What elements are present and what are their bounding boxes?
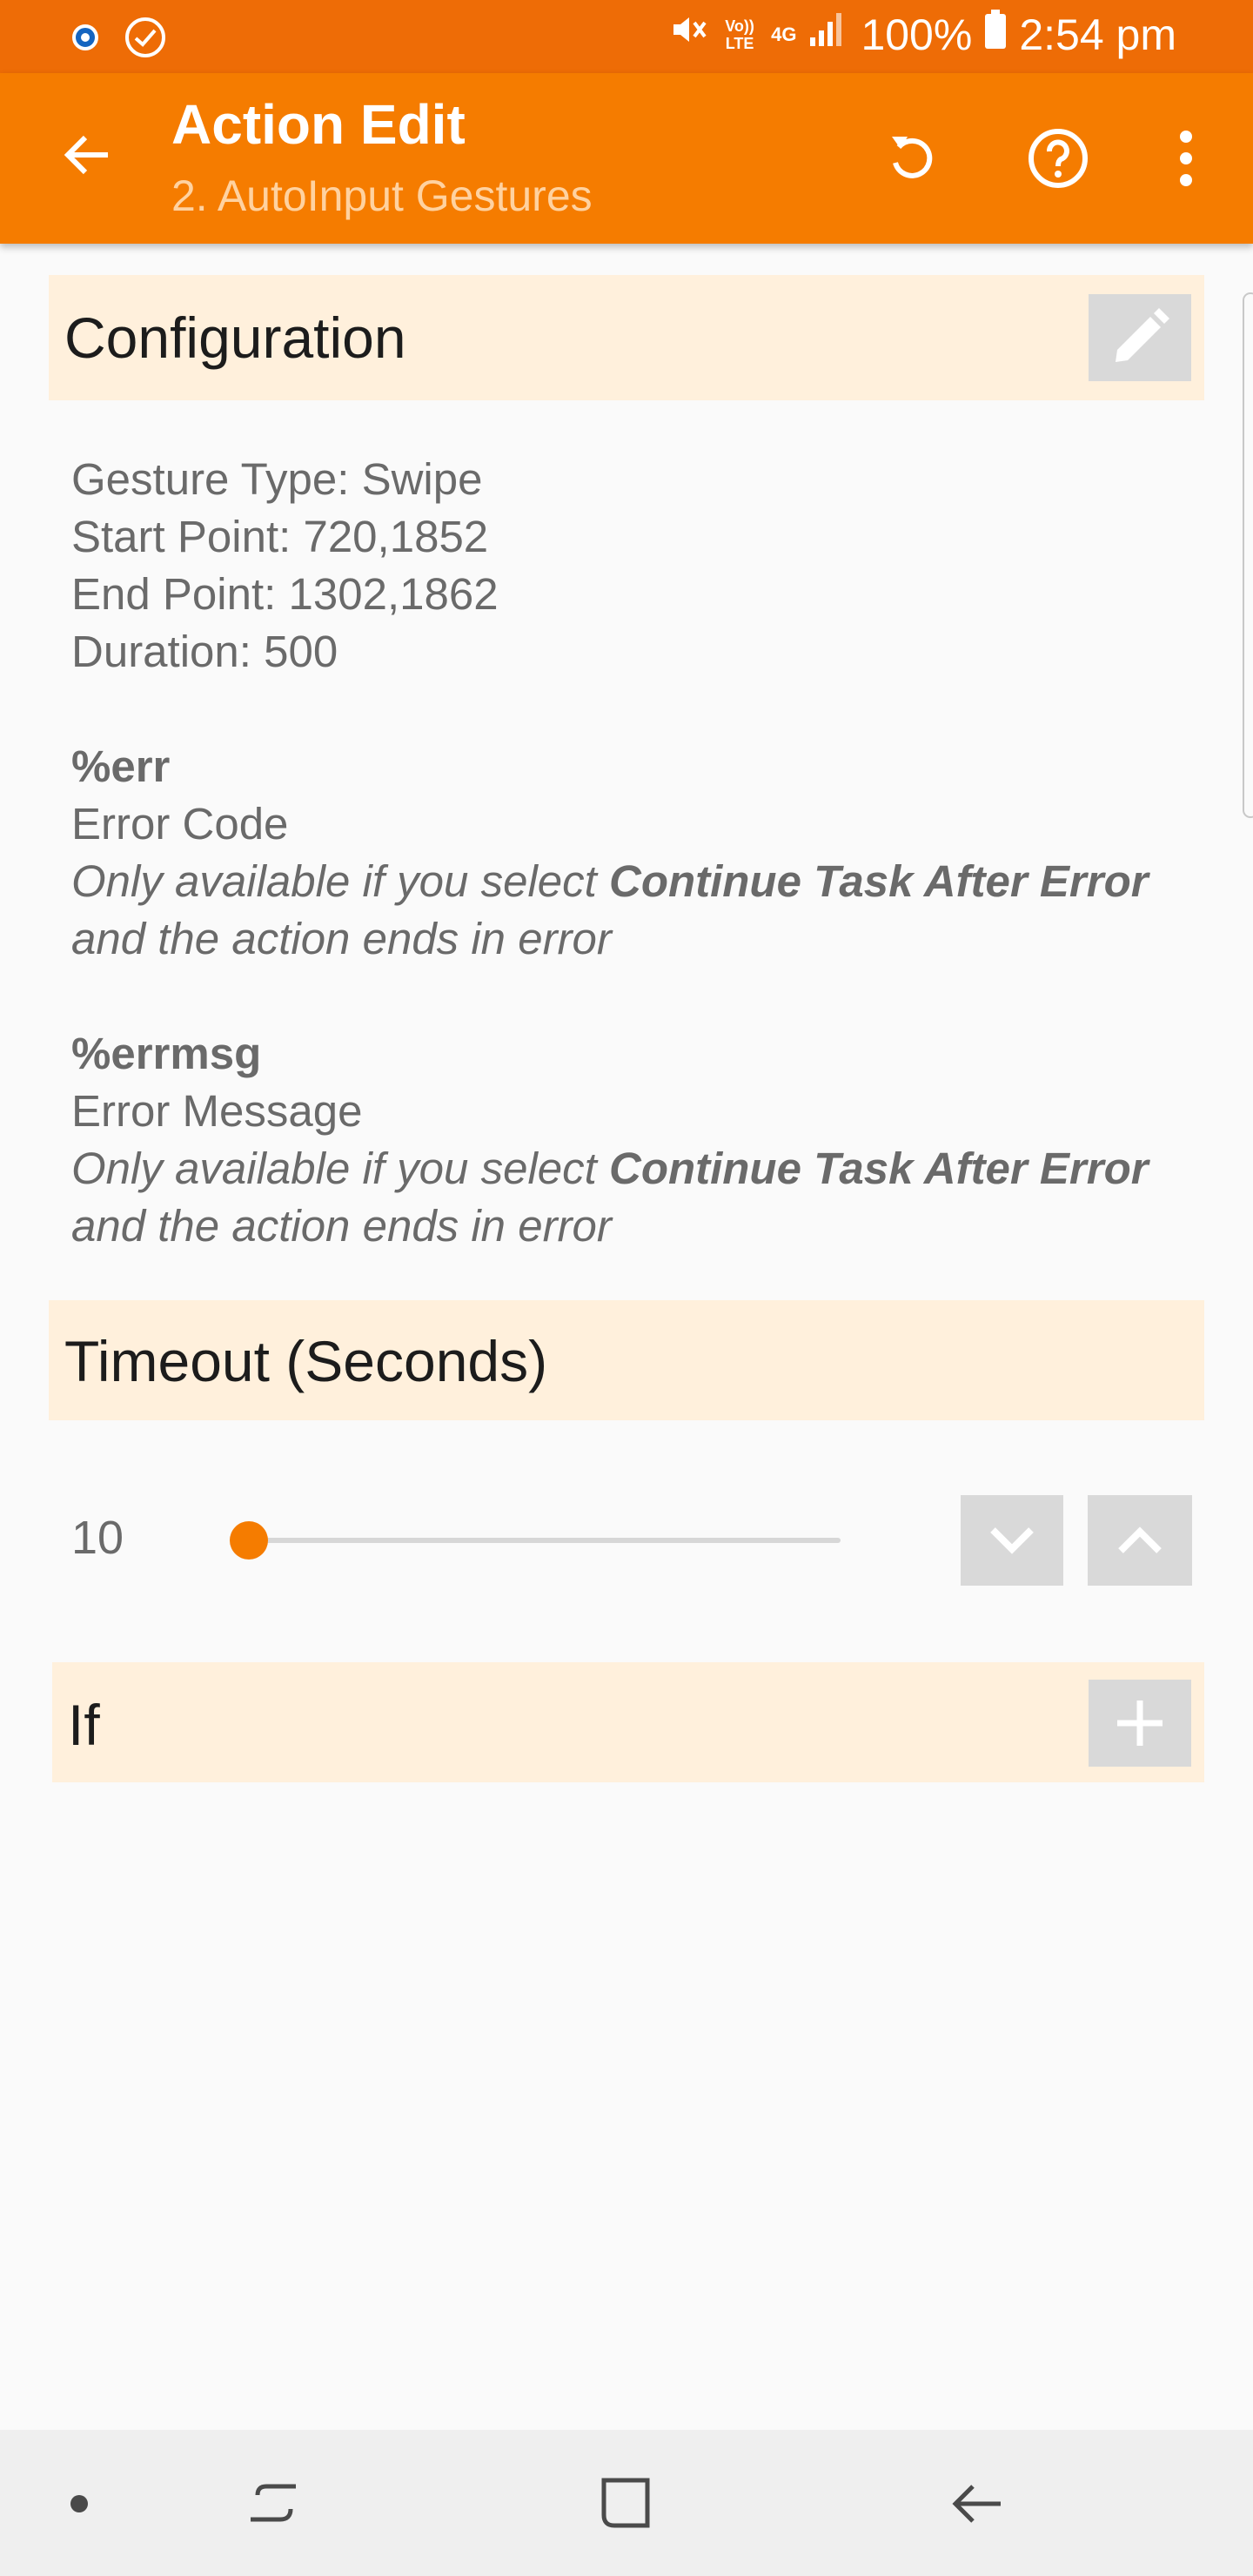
variable-note-bold: Continue Task After Error [608, 1144, 1149, 1193]
page-subtitle: 2. AutoInput Gestures [171, 171, 593, 220]
if-title: If [68, 1693, 100, 1757]
4g-icon: 4G [771, 23, 797, 45]
increment-button[interactable] [1088, 1495, 1192, 1586]
page-title: Action Edit [171, 93, 466, 156]
if-header: If [52, 1662, 1204, 1782]
edit-button[interactable] [1089, 294, 1191, 381]
home-icon[interactable] [578, 2465, 673, 2543]
status-bar: Vo)) LTE 4G 100% 2:54 pm [0, 0, 1253, 73]
app-bar: Action Edit 2. AutoInput Gestures [0, 73, 1253, 244]
variable-err: %err Error Code Only available if you se… [71, 738, 1149, 968]
add-condition-button[interactable] [1089, 1680, 1191, 1767]
timeout-slider-thumb[interactable] [230, 1521, 268, 1560]
configuration-title: Configuration [64, 305, 406, 370]
reset-icon[interactable] [868, 115, 955, 202]
settings-icon [66, 18, 104, 61]
variable-label: Error Message [71, 1086, 363, 1136]
help-icon[interactable] [1015, 115, 1102, 202]
decrement-button[interactable] [961, 1495, 1063, 1586]
variable-note-bold: Continue Task After Error [608, 856, 1149, 906]
scroll-indicator [1243, 292, 1253, 818]
timeout-slider-track[interactable] [249, 1538, 841, 1543]
mute-icon [667, 9, 708, 61]
config-line: Duration: 500 [71, 627, 338, 676]
config-line: Start Point: 720,1852 [71, 512, 489, 561]
chevron-down-icon [990, 1527, 1034, 1554]
variable-name: %err [71, 741, 171, 791]
recents-icon[interactable] [228, 2465, 324, 2543]
battery-icon [984, 10, 1007, 60]
plus-icon [1117, 1701, 1163, 1746]
variable-note-cont: and the action ends in error [71, 914, 612, 963]
chevron-up-icon [1118, 1526, 1162, 1553]
back-arrow-icon[interactable] [52, 120, 122, 190]
timeout-value: 10 [71, 1512, 124, 1564]
timeout-title: Timeout (Seconds) [64, 1329, 548, 1393]
variable-errmsg: %errmsg Error Message Only available if … [71, 1025, 1149, 1255]
config-line: Gesture Type: Swipe [71, 454, 483, 504]
clock: 2:54 pm [1019, 10, 1176, 59]
more-vert-icon[interactable] [1142, 115, 1230, 202]
variable-label: Error Code [71, 799, 289, 849]
navigation-bar [0, 2430, 1253, 2576]
battery-percent: 100% [861, 10, 973, 59]
variable-note: Only available if you select [71, 856, 609, 906]
volte-icon: Vo)) LTE [725, 17, 754, 52]
config-line: End Point: 1302,1862 [71, 569, 499, 619]
signal-icon [808, 10, 848, 60]
variable-note-cont: and the action ends in error [71, 1201, 612, 1251]
variable-name: %errmsg [71, 1029, 262, 1078]
configuration-details: Gesture Type: Swipe Start Point: 720,185… [71, 451, 499, 681]
timeout-header: Timeout (Seconds) [49, 1300, 1204, 1420]
dot-icon[interactable] [31, 2465, 127, 2543]
configuration-header: Configuration [49, 275, 1204, 400]
pencil-icon [1116, 308, 1169, 362]
back-icon[interactable] [929, 2465, 1025, 2543]
variable-note: Only available if you select [71, 1144, 609, 1193]
check-circle-icon [124, 16, 167, 64]
